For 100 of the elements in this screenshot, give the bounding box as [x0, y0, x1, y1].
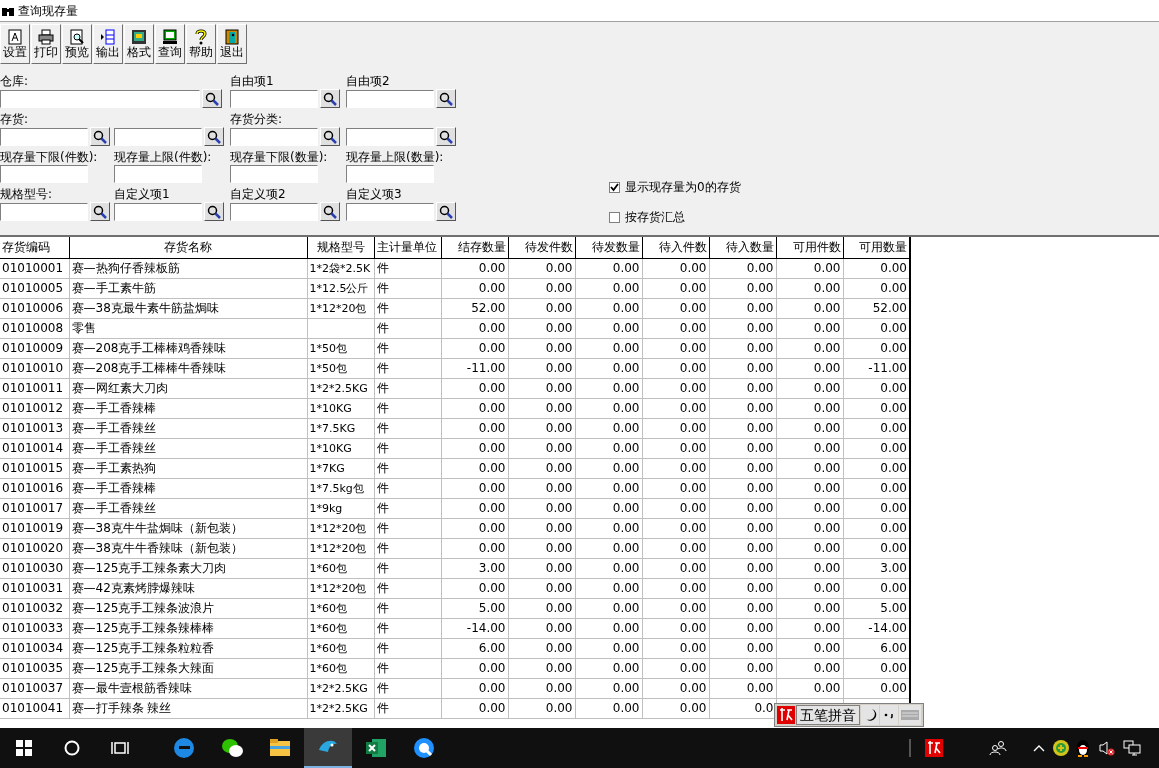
table-cell: 件: [376, 461, 389, 475]
toolbar-button[interactable]: 格式: [124, 24, 154, 64]
ime-logo-icon[interactable]: [925, 739, 943, 757]
column-header[interactable]: 待发件数: [508, 237, 575, 258]
column-header[interactable]: 待入件数: [642, 237, 709, 258]
input-field[interactable]: [0, 127, 88, 146]
ime-mode-button[interactable]: 五笔拼音: [796, 705, 860, 725]
table-cell: 赛—手工香辣丝: [71, 421, 156, 435]
input-field[interactable]: [346, 89, 434, 108]
table-cell: 1*2*2.5KG: [309, 701, 368, 715]
table-cell: 件: [376, 341, 389, 355]
search-button[interactable]: [320, 202, 340, 221]
table-cell: 1*2*2.5KG: [309, 381, 368, 395]
search-button[interactable]: [204, 127, 224, 146]
checkbox[interactable]: [609, 211, 620, 223]
table-cell: 赛—208克手工棒棒鸡香辣味: [71, 341, 227, 355]
table-cell: 件: [376, 321, 389, 335]
toolbar-button[interactable]: 设置: [0, 24, 30, 64]
toolbar-button[interactable]: 预览: [62, 24, 92, 64]
moon-icon[interactable]: [861, 705, 879, 725]
input-field[interactable]: [114, 202, 202, 221]
table-cell: 0.00: [880, 281, 907, 295]
input-field[interactable]: [346, 127, 434, 146]
export-icon: [100, 29, 116, 45]
toolbar-button[interactable]: 打印: [31, 24, 61, 64]
table-cell: 0.00: [478, 461, 506, 475]
column-header[interactable]: 待入数量: [709, 237, 776, 258]
page-icon: [7, 29, 23, 45]
column-header[interactable]: 可用数量: [843, 237, 910, 258]
column-header[interactable]: 主计量单位: [374, 237, 441, 258]
table-cell: 0.00: [545, 401, 573, 415]
toolbar-button[interactable]: 输出: [93, 24, 123, 64]
column-header[interactable]: 规格型号: [307, 237, 374, 258]
input-field[interactable]: [346, 202, 434, 221]
input-field[interactable]: [114, 165, 202, 183]
search-button[interactable]: [90, 127, 110, 146]
column-header[interactable]: 结存数量: [441, 237, 508, 258]
speaker-muted-icon[interactable]: [1099, 740, 1115, 756]
table-cell: 0.00: [478, 521, 506, 535]
table-cell: 0.00: [746, 621, 774, 635]
input-field[interactable]: [230, 202, 318, 221]
table-cell: 0.00: [746, 361, 774, 375]
search-button[interactable]: [436, 127, 456, 146]
table-cell: 01010014: [2, 441, 64, 455]
input-field[interactable]: [230, 127, 318, 146]
table-cell: 件: [376, 661, 389, 675]
table-cell: 1*12*20包: [309, 581, 367, 595]
input-field[interactable]: [230, 165, 318, 183]
table-cell: 0.00: [679, 281, 707, 295]
table-cell: 0.00: [478, 441, 506, 455]
search-button[interactable]: [436, 202, 456, 221]
punctuation-icon[interactable]: [880, 705, 898, 725]
table-cell: 赛—手工香辣棒: [71, 481, 156, 495]
search-icon[interactable]: [64, 740, 80, 756]
table-cell: 0.00: [679, 621, 707, 635]
input-field[interactable]: [0, 89, 200, 108]
column-header[interactable]: 待发数量: [575, 237, 642, 258]
search-button[interactable]: [90, 202, 110, 221]
field-label: 自定义项2: [230, 187, 286, 201]
ime-logo-icon[interactable]: [777, 706, 795, 724]
toolbar-button[interactable]: 帮助: [186, 24, 216, 64]
table-cell: 件: [376, 621, 389, 635]
checkbox[interactable]: [609, 181, 620, 193]
people-icon[interactable]: [989, 740, 1007, 756]
table-cell: 0.00: [813, 681, 841, 695]
task-view-icon[interactable]: [111, 740, 129, 756]
search-button[interactable]: [202, 89, 222, 108]
input-field[interactable]: [0, 202, 88, 221]
toolbar-button[interactable]: 查询: [155, 24, 185, 64]
table-cell: 0.00: [679, 701, 707, 715]
column-header[interactable]: 存货编码: [0, 237, 69, 258]
table-cell: 1*60包: [309, 641, 347, 655]
magnifier-icon: [207, 129, 221, 144]
toolbar-button[interactable]: 退出: [217, 24, 247, 64]
search-button[interactable]: [204, 202, 224, 221]
plus-circle-icon[interactable]: [1053, 740, 1069, 756]
input-field[interactable]: [0, 165, 88, 183]
penguin-icon[interactable]: [1075, 739, 1091, 757]
column-header[interactable]: 存货名称: [69, 237, 307, 258]
table-cell: 0.00: [880, 681, 907, 695]
windows-icon[interactable]: [16, 740, 32, 756]
search-button[interactable]: [436, 89, 456, 108]
table-cell: 赛—42克素烤脖爆辣味: [71, 581, 195, 595]
table-cell: 0.00: [679, 261, 707, 275]
input-field[interactable]: [114, 127, 202, 146]
table-cell: 赛—38克牛牛香辣味（新包装）: [71, 541, 243, 555]
input-field[interactable]: [346, 165, 434, 183]
table-cell: 01010032: [2, 601, 64, 615]
column-header[interactable]: 可用件数: [776, 237, 843, 258]
search-button[interactable]: [320, 127, 340, 146]
search-button[interactable]: [320, 89, 340, 108]
table-cell: 0.00: [612, 501, 640, 515]
network-icon[interactable]: [1123, 740, 1141, 756]
table-cell: 1*2*2.5KG: [309, 681, 368, 695]
table-cell: 0.00: [545, 441, 573, 455]
table-cell: 0.00: [679, 501, 707, 515]
input-field[interactable]: [230, 89, 318, 108]
chevron-up-icon[interactable]: [1033, 744, 1045, 752]
table-cell: 1*60包: [309, 661, 347, 675]
table-cell: 01010031: [2, 581, 64, 595]
